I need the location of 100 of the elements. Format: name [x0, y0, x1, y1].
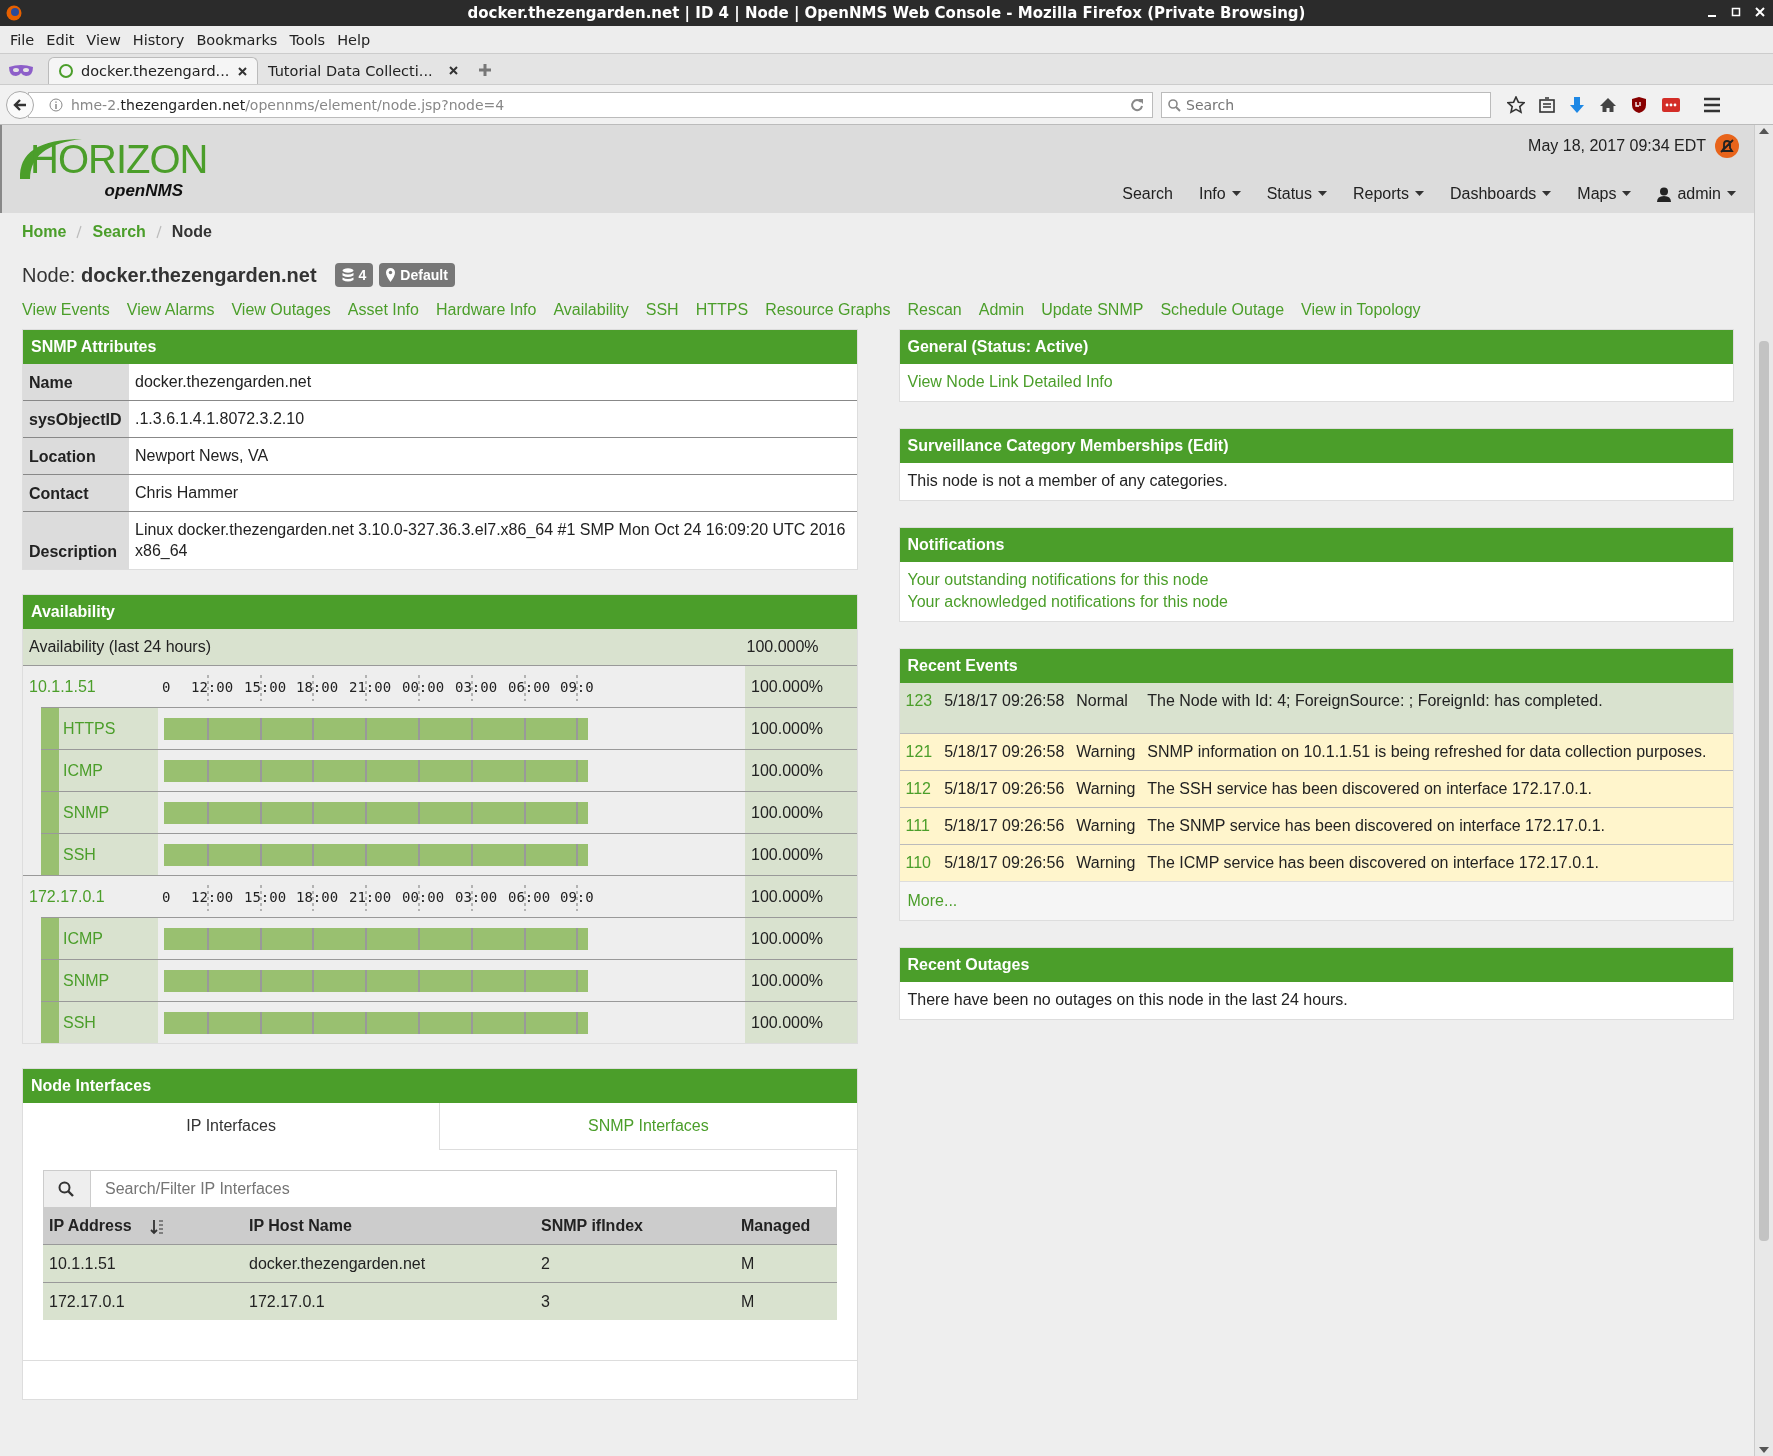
nav-menu-item[interactable]: admin [1657, 185, 1736, 203]
node-action-link[interactable]: HTTPS [695, 301, 749, 319]
home-icon[interactable] [1599, 96, 1617, 113]
event-severity: Normal [1070, 683, 1142, 734]
node-action-link[interactable]: Availability [553, 301, 629, 319]
summary-label: Availability (last 24 hours) [29, 638, 211, 656]
menu-item[interactable]: Help [331, 31, 377, 48]
menu-item[interactable]: Bookmarks [190, 31, 284, 48]
event-message: The ICMP service has been discovered on interface 172.17.0.1. [1141, 844, 1733, 881]
nav-menu-item[interactable]: Status [1266, 185, 1327, 203]
menu-item[interactable]: History [126, 31, 191, 48]
column-header[interactable]: IP Address [49, 1217, 132, 1234]
availability-value: 100.000% [751, 971, 824, 990]
node-action-link[interactable]: Schedule Outage [1160, 301, 1285, 319]
event-id-link[interactable]: 111 [899, 807, 939, 845]
breadcrumb-separator-icon [155, 225, 162, 239]
notification-link[interactable]: Your acknowledged notifications for this node [907, 591, 1725, 613]
availability-value: 100.000% [751, 719, 824, 738]
event-time: 5/18/17 09:26:56 [938, 807, 1071, 845]
time-axis-label: 15:00 [244, 678, 287, 695]
time-axis-label: 0 [162, 678, 171, 695]
breadcrumb-item[interactable]: Home [22, 223, 67, 241]
interface-link[interactable]: 10.1.1.51 [23, 677, 158, 696]
service-link[interactable]: ICMP [63, 761, 103, 780]
sort-icon[interactable] [150, 1218, 165, 1235]
event-time: 5/18/17 09:26:58 [938, 683, 1071, 734]
service-link[interactable]: ICMP [63, 929, 103, 948]
interface-tab[interactable]: SNMP Interfaces [439, 1103, 857, 1150]
breadcrumb-item[interactable]: Search [92, 223, 146, 241]
close-tab-icon[interactable] [449, 66, 458, 75]
nav-menu-item[interactable]: Info [1198, 185, 1241, 203]
availability-value: 100.000% [746, 638, 820, 656]
panel-header: Recent Events [899, 649, 1733, 683]
service-link[interactable]: SSH [63, 1013, 96, 1032]
caret-icon [1542, 191, 1552, 197]
browser-tab[interactable]: docker.thezengard... [48, 57, 258, 84]
node-action-link[interactable]: Update SNMP [1041, 301, 1144, 319]
address-bar[interactable]: hme-2.thezengarden.net/opennms/element/node.jsp?node=4 [28, 91, 1153, 118]
more-link[interactable]: More... [907, 892, 958, 909]
menu-item[interactable]: Edit [40, 31, 81, 48]
map-pin-icon [386, 268, 396, 282]
service-link[interactable]: HTTPS [63, 719, 116, 738]
download-icon[interactable] [1569, 95, 1585, 114]
nav-menu-item[interactable]: Search [1122, 185, 1173, 203]
logo-text[interactable]: HORIZON [16, 137, 208, 181]
location-badge: Default [379, 263, 455, 287]
nav-menu-item[interactable]: Maps [1577, 185, 1632, 203]
event-id-link[interactable]: 121 [899, 733, 939, 771]
status-stripe [41, 708, 59, 749]
service-link[interactable]: SSH [63, 845, 96, 864]
bookmark-star-icon[interactable] [1507, 95, 1525, 114]
browser-tab[interactable]: Tutorial Data Collecti... [258, 57, 468, 84]
caret-icon [1727, 191, 1736, 197]
node-action-link[interactable]: Hardware Info [435, 301, 537, 319]
filter-field[interactable]: Search/Filter IP Interfaces [91, 1170, 837, 1208]
notification-bell-icon[interactable] [1714, 133, 1740, 159]
menu-item[interactable]: View [80, 31, 127, 48]
node-action-link[interactable]: View Outages [231, 301, 331, 319]
menu-item[interactable]: File [4, 31, 41, 48]
search-field[interactable]: Search [1161, 91, 1491, 118]
event-id-link[interactable]: 123 [899, 683, 939, 734]
reload-icon[interactable] [1130, 97, 1144, 112]
search-icon [1168, 98, 1181, 112]
event-message: The SNMP service has been discovered on interface 172.17.0.1. [1141, 807, 1733, 845]
menu-icon[interactable] [1703, 96, 1721, 113]
nav-menu-item[interactable]: Reports [1353, 185, 1424, 203]
node-action-link[interactable]: SSH [645, 301, 679, 319]
close-tab-icon[interactable] [238, 66, 247, 76]
status-stripe [41, 1002, 59, 1043]
node-action-link[interactable]: View Events [22, 301, 110, 319]
interface-link[interactable]: 172.17.0.1 [23, 887, 158, 906]
date-time: May 18, 2017 09:34 EDT [1528, 137, 1706, 155]
info-text: There have been no outages on this node in the last 24 hours. [907, 990, 1349, 1010]
detail-link[interactable]: View Node Link Detailed Info [907, 371, 1725, 393]
column-header[interactable]: IP Host Name [249, 1217, 352, 1234]
service-link[interactable]: SNMP [63, 971, 110, 990]
node-action-link[interactable]: Rescan [907, 301, 962, 319]
node-action-link[interactable]: Asset Info [347, 301, 419, 319]
nav-menu-item[interactable]: Dashboards [1450, 185, 1552, 203]
back-button[interactable] [6, 90, 34, 119]
close-icon[interactable] [1755, 6, 1765, 18]
node-action-link[interactable]: View in Topology [1301, 301, 1421, 319]
node-action-link[interactable]: Resource Graphs [765, 301, 891, 319]
node-title: Node: docker.thezengarden.net [22, 263, 317, 287]
scrollbar-thumb[interactable] [1758, 340, 1770, 1241]
attribute-label: sysObjectID [23, 401, 129, 437]
table-cell: M [735, 1282, 837, 1320]
node-action-link[interactable]: Admin [978, 301, 1025, 319]
service-link[interactable]: SNMP [63, 803, 110, 822]
shield-icon[interactable] [1631, 95, 1647, 114]
search-icon[interactable] [43, 1170, 91, 1208]
event-id-link[interactable]: 112 [899, 770, 939, 808]
new-tab-icon[interactable] [478, 63, 492, 77]
maximize-icon[interactable] [1731, 6, 1741, 18]
reading-list-icon[interactable] [1539, 96, 1555, 113]
password-manager-icon[interactable] [1661, 96, 1681, 113]
menu-item[interactable]: Tools [283, 31, 332, 48]
notification-link[interactable]: Your outstanding notifications for this node [907, 569, 1725, 591]
event-id-link[interactable]: 110 [899, 844, 939, 881]
node-action-link[interactable]: View Alarms [126, 301, 215, 319]
